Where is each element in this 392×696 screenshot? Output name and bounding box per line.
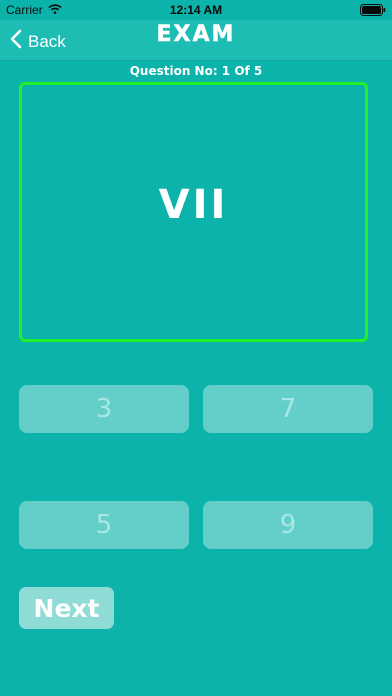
status-bar: Carrier 12:14 AM bbox=[0, 0, 392, 20]
answer-option-4[interactable]: 9 bbox=[203, 501, 373, 549]
next-button[interactable]: Next bbox=[19, 587, 114, 629]
question-counter: Question No: 1 Of 5 bbox=[129, 64, 263, 78]
navigation-bar: Back EXAM bbox=[0, 20, 392, 61]
page-title: EXAM bbox=[156, 22, 236, 48]
battery-icon bbox=[360, 4, 386, 19]
question-text: VII bbox=[158, 182, 229, 228]
question-card: VII bbox=[19, 82, 368, 342]
answer-option-1[interactable]: 3 bbox=[19, 385, 189, 433]
answer-option-3[interactable]: 5 bbox=[19, 501, 189, 549]
answer-option-2[interactable]: 7 bbox=[203, 385, 373, 433]
status-time: 12:14 AM bbox=[169, 3, 223, 17]
